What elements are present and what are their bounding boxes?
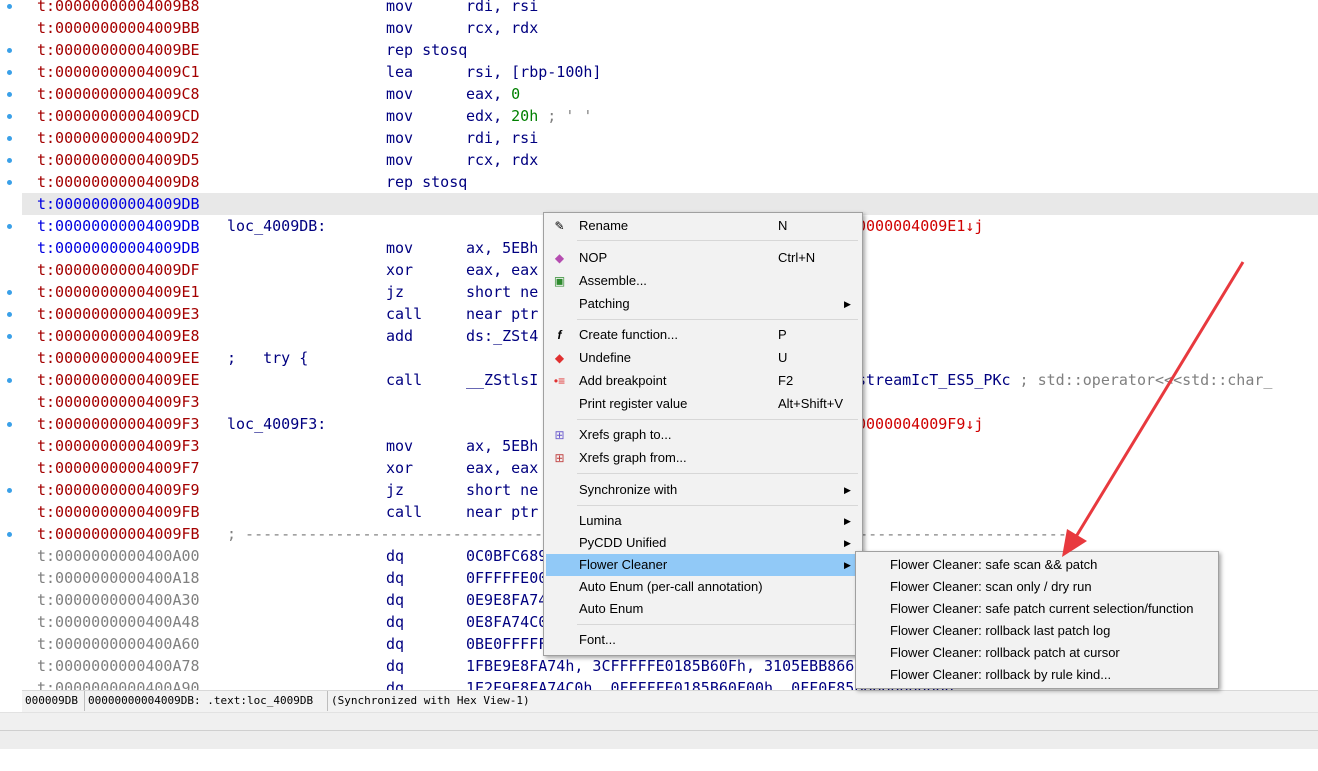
- annotation-arrow: [1062, 261, 1245, 557]
